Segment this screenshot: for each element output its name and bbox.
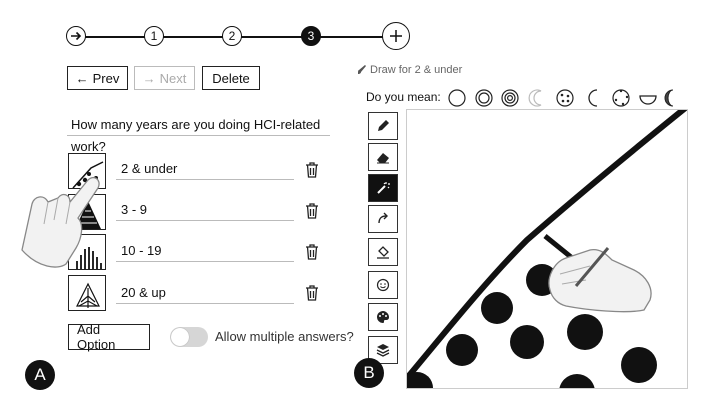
fill-bucket-icon — [377, 246, 389, 259]
smiley-icon — [376, 278, 390, 292]
drawing-hand-illustration — [548, 247, 652, 313]
sticker-tool-button[interactable] — [368, 271, 398, 299]
draw-for-title: Draw for 2 & under — [370, 64, 463, 76]
step-1[interactable]: 1 — [144, 26, 164, 46]
pencil-icon — [378, 120, 389, 131]
partial-moon-suggestion-icon[interactable] — [663, 87, 675, 109]
arrow-right-icon: → — [142, 70, 156, 86]
redo-tool-button[interactable] — [368, 205, 398, 233]
pointing-hand-illustration — [21, 176, 100, 268]
trash-icon[interactable] — [305, 203, 319, 219]
trash-icon[interactable] — [305, 244, 319, 260]
next-button[interactable]: → Next — [134, 66, 195, 90]
palette-icon — [377, 311, 389, 323]
color-tool-button[interactable] — [368, 303, 398, 331]
double-circle-suggestion-icon[interactable] — [473, 87, 495, 109]
add-step-button[interactable] — [382, 22, 410, 50]
multiple-answers-toggle[interactable] — [170, 327, 208, 347]
step-3[interactable]: 3 — [301, 26, 321, 46]
tree-sketch-icon — [76, 282, 100, 308]
option-text[interactable]: 3 - 9 — [116, 199, 294, 221]
layers-icon — [376, 344, 390, 357]
option-text[interactable]: 10 - 19 — [116, 240, 294, 262]
dice-suggestion-icon[interactable] — [554, 87, 576, 109]
circle-suggestion-icon[interactable] — [446, 87, 468, 109]
arrow-left-icon: ← — [75, 70, 89, 86]
redo-icon — [378, 212, 388, 224]
target-suggestion-icon[interactable] — [499, 87, 521, 109]
eraser-tool-button[interactable] — [368, 143, 398, 171]
trash-icon[interactable] — [305, 285, 319, 301]
pencil-tool-button[interactable] — [368, 112, 398, 140]
delete-button[interactable]: Delete — [202, 66, 260, 90]
multiple-answers-label: Allow multiple answers? — [215, 329, 354, 344]
brush-icon — [358, 65, 366, 74]
arrow-right-icon — [71, 31, 82, 41]
crescent-light-suggestion-icon[interactable] — [527, 87, 549, 109]
crescent-suggestion-icon[interactable] — [583, 87, 605, 109]
step-start[interactable] — [66, 26, 86, 46]
add-option-button[interactable]: Add Option — [68, 322, 150, 352]
dotted-circle-suggestion-icon[interactable] — [610, 87, 632, 109]
suggestions-label: Do you mean: — [366, 90, 441, 104]
step-2[interactable]: 2 — [222, 26, 242, 46]
toggle-knob — [171, 328, 189, 346]
option-text[interactable]: 20 & up — [116, 282, 294, 304]
eraser-icon — [377, 153, 389, 164]
fill-tool-button[interactable] — [368, 238, 398, 266]
magic-wand-tool-button[interactable] — [368, 174, 398, 202]
half-circle-suggestion-icon[interactable] — [637, 87, 659, 109]
trash-icon[interactable] — [305, 162, 319, 178]
panel-label-b: B — [354, 358, 384, 388]
magic-wand-icon — [377, 182, 390, 194]
question-input[interactable]: How many years are you doing HCI-related… — [67, 114, 330, 154]
prev-button[interactable]: ← Prev — [67, 66, 128, 90]
panel-label-a: A — [25, 360, 55, 390]
plus-icon — [390, 30, 402, 42]
option-text[interactable]: 2 & under — [116, 158, 294, 180]
option-thumbnail[interactable] — [68, 275, 106, 311]
